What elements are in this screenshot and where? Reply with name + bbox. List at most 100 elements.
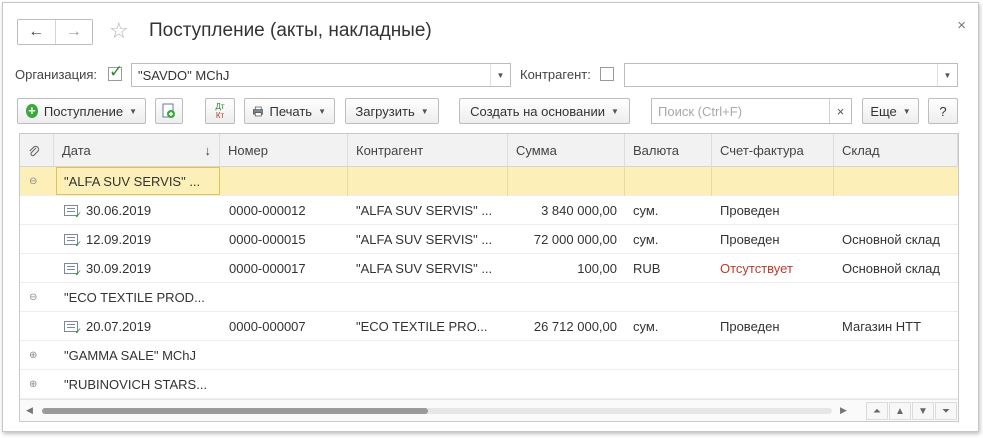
cell-currency: сум.: [633, 203, 659, 218]
cell-number: 0000-000007: [229, 319, 306, 334]
more-button[interactable]: Еще ▼: [862, 98, 919, 124]
table-row[interactable]: ✓ 30.09.2019 0000-000017 "ALFA SUV SERVI…: [20, 254, 958, 283]
expand-icon[interactable]: ⊕: [29, 341, 37, 370]
chevron-down-icon: ▼: [318, 106, 326, 116]
organization-field[interactable]: "SAVDO" MChJ ▼: [131, 63, 511, 87]
contractor-field[interactable]: ▼: [624, 63, 958, 87]
create-based-on-button[interactable]: Создать на основании ▼: [459, 98, 630, 124]
cell-divider: [220, 167, 348, 196]
cell-invoice: Проведен: [720, 232, 780, 247]
table-row-group[interactable]: ⊖ "ALFA SUV SERVIS" ...: [20, 167, 958, 196]
help-label: ?: [939, 103, 947, 119]
sort-arrow-icon: ↓: [204, 143, 212, 158]
paperclip-icon: [29, 145, 40, 156]
column-header-date[interactable]: Дата ↓: [54, 134, 220, 167]
list-form-window: ← → ☆ Поступление (акты, накладные) × Ор…: [2, 2, 979, 432]
chevron-down-icon: ▼: [129, 106, 137, 116]
contractor-label: Контрагент:: [520, 67, 591, 82]
scroll-left-icon[interactable]: ◀: [26, 405, 33, 416]
table-row-group[interactable]: ⊖ "ECO TEXTILE PROD...: [20, 283, 958, 312]
expand-icon[interactable]: ⊕: [29, 370, 37, 399]
column-header-invoice[interactable]: Счет-фактура: [712, 134, 834, 167]
column-header-warehouse[interactable]: Склад: [834, 134, 958, 167]
help-button[interactable]: ?: [928, 98, 958, 124]
chevron-down-icon[interactable]: ▼: [937, 64, 957, 86]
table-row-group[interactable]: ⊕ "RUBINOVICH STARS...: [20, 370, 958, 399]
attachment-column-header[interactable]: [20, 134, 54, 167]
column-header-contractor[interactable]: Контрагент: [348, 134, 508, 167]
dt-kt-button[interactable]: Дт Кт: [205, 98, 235, 124]
search-placeholder: Поиск (Ctrl+F): [658, 104, 743, 119]
more-label: Еще: [870, 103, 897, 119]
scroll-right-icon[interactable]: ▶: [840, 405, 847, 416]
cell-contractor: "ALFA SUV SERVIS" ...: [356, 232, 493, 247]
cell-number: 0000-000012: [229, 203, 306, 218]
chevron-down-icon: ▼: [902, 106, 911, 116]
plus-icon: +: [26, 104, 38, 118]
load-button[interactable]: Загрузить ▼: [345, 98, 439, 124]
column-header-label: Склад: [842, 143, 880, 158]
close-icon[interactable]: ×: [957, 17, 966, 34]
cell-divider: [712, 167, 834, 196]
copy-document-icon: [162, 103, 175, 118]
cell-contractor: "ALFA SUV SERVIS" ...: [356, 203, 493, 218]
column-header-number[interactable]: Номер: [220, 134, 348, 167]
cell-invoice-missing: Отсутствует: [720, 261, 793, 276]
organization-checkbox[interactable]: ✓: [108, 62, 123, 81]
back-icon[interactable]: ←: [18, 20, 55, 44]
group-name: "RUBINOVICH STARS...: [64, 377, 208, 392]
page-down-icon[interactable]: ▼: [912, 402, 934, 420]
table-row[interactable]: ✓ 12.09.2019 0000-000015 "ALFA SUV SERVI…: [20, 225, 958, 254]
column-header-currency[interactable]: Валюта: [625, 134, 712, 167]
favorite-star-icon[interactable]: ☆: [109, 19, 129, 43]
table-row[interactable]: ✓ 30.06.2019 0000-000012 "ALFA SUV SERVI…: [20, 196, 958, 225]
cell-currency: RUB: [633, 261, 661, 276]
column-header-label: Счет-фактура: [720, 143, 804, 158]
forward-icon[interactable]: →: [54, 20, 93, 44]
documents-table[interactable]: Дата ↓ Номер Контрагент Сумма Валюта Сче…: [19, 133, 959, 422]
clear-search-icon[interactable]: ×: [829, 99, 851, 123]
cell-invoice: Проведен: [720, 319, 780, 334]
collapse-icon[interactable]: ⊖: [29, 167, 37, 196]
group-name: "ECO TEXTILE PROD...: [64, 290, 205, 305]
collapse-icon[interactable]: ⊖: [29, 283, 37, 312]
cell-amount: 3 840 000,00: [541, 203, 617, 218]
copy-document-button[interactable]: [155, 98, 183, 124]
print-label: Печать: [269, 103, 313, 119]
load-label: Загрузить: [355, 103, 415, 119]
cell-contractor: "ECO TEXTILE PRO...: [356, 319, 488, 334]
contractor-checkbox[interactable]: [600, 67, 614, 81]
cell-amount: 100,00: [577, 261, 617, 276]
table-row[interactable]: ✓ 20.07.2019 0000-000007 "ECO TEXTILE PR…: [20, 312, 958, 341]
cell-date: 20.07.2019: [86, 319, 152, 334]
cell-currency: сум.: [633, 319, 659, 334]
cell-number: 0000-000015: [229, 232, 306, 247]
posted-document-icon: ✓: [64, 321, 82, 336]
column-header-label: Сумма: [516, 143, 557, 158]
cell-number: 0000-000017: [229, 261, 306, 276]
cell-date: 12.09.2019: [86, 232, 152, 247]
scroll-thumb[interactable]: [42, 408, 428, 414]
cell-warehouse: Основной склад: [842, 261, 940, 276]
cell-invoice: Проведен: [720, 203, 780, 218]
table-row-group[interactable]: ⊕ "GAMMA SALE" MChJ: [20, 341, 958, 370]
column-header-label: Дата: [62, 143, 91, 158]
scroll-to-bottom-icon[interactable]: ⏷: [935, 402, 957, 420]
chevron-down-icon[interactable]: ▼: [490, 64, 510, 86]
cell-warehouse: Основной склад: [842, 232, 940, 247]
checkmark-icon: ✓: [109, 62, 124, 81]
create-based-on-label: Создать на основании: [470, 103, 605, 119]
search-input[interactable]: Поиск (Ctrl+F) ×: [651, 98, 852, 124]
horizontal-scrollbar[interactable]: ◀ ▶ ⏶ ▲ ▼ ⏷: [20, 399, 958, 421]
cell-date: 30.09.2019: [86, 261, 152, 276]
organization-label: Организация:: [15, 67, 98, 82]
cell-contractor: "ALFA SUV SERVIS" ...: [356, 261, 493, 276]
page-up-icon[interactable]: ▲: [889, 402, 911, 420]
organization-value: "SAVDO" MChJ: [138, 68, 230, 83]
cell-divider: [625, 167, 712, 196]
column-header-amount[interactable]: Сумма: [508, 134, 625, 167]
scroll-to-top-icon[interactable]: ⏶: [866, 402, 888, 420]
add-receipt-button[interactable]: + Поступление ▼: [17, 98, 146, 124]
print-button[interactable]: Печать ▼: [244, 98, 335, 124]
column-header-label: Валюта: [633, 143, 679, 158]
